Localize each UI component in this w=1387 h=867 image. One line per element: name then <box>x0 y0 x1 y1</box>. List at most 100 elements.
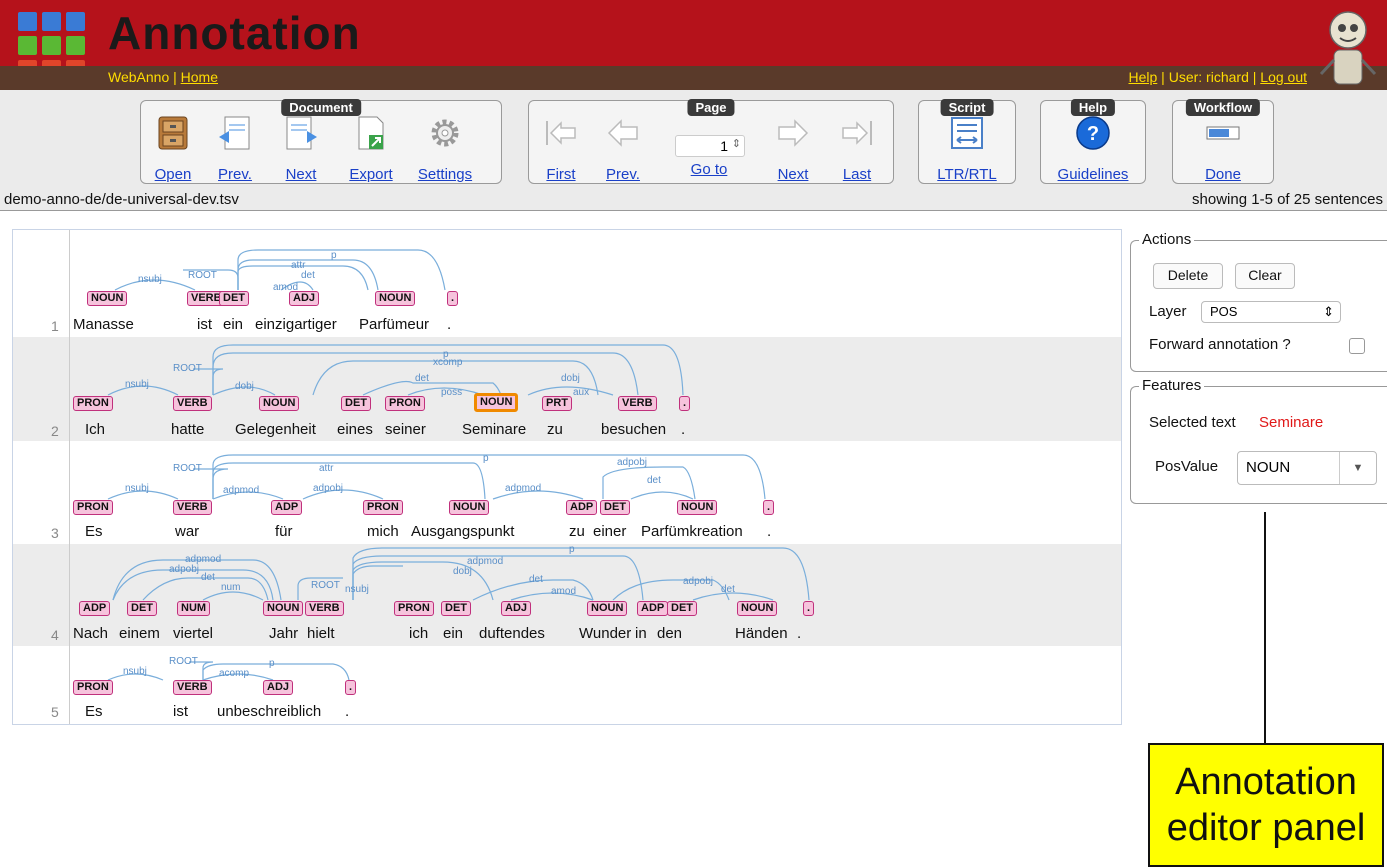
pos-tag[interactable]: NUM <box>177 601 211 616</box>
pos-tag[interactable]: DET <box>441 601 471 616</box>
token[interactable]: einer <box>593 523 626 540</box>
pos-tag[interactable]: ADP <box>637 601 669 616</box>
sentence-5[interactable]: 5 nsubj ROOT acomp p PRON VERB ADJ . Es … <box>13 646 1121 724</box>
prev-page-link[interactable]: Prev. <box>591 166 655 183</box>
token[interactable]: zu <box>547 421 563 438</box>
layer-select[interactable]: POS ⇕ <box>1201 301 1341 323</box>
pos-tag[interactable]: PRT <box>542 396 572 411</box>
export-link[interactable]: Export <box>339 166 403 183</box>
pos-tag[interactable]: PRON <box>73 680 113 695</box>
token[interactable]: seiner <box>385 421 426 438</box>
token[interactable]: Ich <box>85 421 105 438</box>
token[interactable]: Jahr <box>269 625 298 642</box>
token[interactable]: viertel <box>173 625 213 642</box>
sentence-3[interactable]: 3 nsubj ROOT adpmod adpobj attr adpmod a… <box>13 441 1121 544</box>
next-document-link[interactable]: Next <box>269 166 333 183</box>
token[interactable]: Gelegenheit <box>235 421 316 438</box>
pos-tag[interactable]: ADJ <box>501 601 532 616</box>
pos-tag[interactable]: NOUN <box>449 500 490 515</box>
token[interactable]: besuchen <box>601 421 666 438</box>
pos-tag[interactable]: ADP <box>271 500 303 515</box>
next-document-button[interactable]: Next <box>269 115 333 183</box>
home-link[interactable]: Home <box>181 69 218 85</box>
token[interactable]: Es <box>85 703 103 720</box>
first-page-button[interactable]: First <box>529 115 593 183</box>
help-link[interactable]: Help <box>1129 69 1158 85</box>
pos-tag[interactable]: DET <box>219 291 249 306</box>
token[interactable]: Wunder <box>579 625 631 642</box>
pos-tag[interactable]: VERB <box>173 680 212 695</box>
sentence-2[interactable]: 2 nsubj ROOT dobj det poss xcomp dobj au… <box>13 337 1121 441</box>
token[interactable]: unbeschreiblich <box>217 703 321 720</box>
pos-tag[interactable]: DET <box>667 601 697 616</box>
dropdown-arrow-icon[interactable]: ▼ <box>1339 452 1376 484</box>
pos-tag[interactable]: VERB <box>305 601 344 616</box>
last-page-link[interactable]: Last <box>825 166 889 183</box>
posvalue-select[interactable]: NOUN ▼ <box>1237 451 1377 485</box>
pos-tag[interactable]: NOUN <box>677 500 718 515</box>
pos-tag[interactable]: NOUN <box>263 601 304 616</box>
ltr-rtl-button[interactable]: LTR/RTL <box>923 115 1011 183</box>
pos-tag[interactable]: . <box>803 601 815 616</box>
pos-tag[interactable]: NOUN <box>737 601 778 616</box>
pos-tag[interactable]: PRON <box>385 396 425 411</box>
pos-tag[interactable]: . <box>345 680 357 695</box>
done-button[interactable]: Done <box>1191 115 1255 183</box>
spinner-icon[interactable]: ⇕ <box>732 137 741 150</box>
token[interactable]: hielt <box>307 625 335 642</box>
token[interactable]: Seminare <box>462 421 526 438</box>
pos-tag[interactable]: . <box>679 396 691 411</box>
token[interactable]: . <box>345 703 349 720</box>
goto-page-link[interactable]: Go to <box>677 161 741 178</box>
pos-tag[interactable]: PRON <box>363 500 403 515</box>
pos-tag[interactable]: NOUN <box>87 291 128 306</box>
token[interactable]: Parfümkreation <box>641 523 743 540</box>
token[interactable]: Parfümeur <box>359 316 429 333</box>
done-link[interactable]: Done <box>1191 166 1255 183</box>
pos-tag[interactable]: ADJ <box>289 291 320 306</box>
token[interactable]: mich <box>367 523 399 540</box>
prev-document-button[interactable]: Prev. <box>203 115 267 183</box>
annotation-area[interactable]: 1 nsubj ROOT attr det amod p NOUN VERB D… <box>12 229 1122 725</box>
export-button[interactable]: Export <box>339 115 403 183</box>
sentence-4[interactable]: 4 adpmod adpobj det num ROOT nsubj dobj … <box>13 544 1121 646</box>
open-button[interactable]: Open <box>141 115 205 183</box>
pos-tag[interactable]: VERB <box>173 500 212 515</box>
sentence-1[interactable]: 1 nsubj ROOT attr det amod p NOUN VERB D… <box>13 230 1121 337</box>
token[interactable]: Händen <box>735 625 788 642</box>
token[interactable]: Ausgangspunkt <box>411 523 514 540</box>
next-page-link[interactable]: Next <box>761 166 825 183</box>
token[interactable]: Nach <box>73 625 108 642</box>
token[interactable]: in <box>635 625 647 642</box>
pos-tag[interactable]: PRON <box>394 601 434 616</box>
last-page-button[interactable]: Last <box>825 115 889 183</box>
pos-tag[interactable]: NOUN <box>375 291 416 306</box>
token[interactable]: hatte <box>171 421 204 438</box>
settings-button[interactable]: Settings <box>413 115 477 183</box>
pos-tag[interactable]: . <box>447 291 459 306</box>
token[interactable]: . <box>681 421 685 438</box>
token[interactable]: ist <box>197 316 212 333</box>
token[interactable]: zu <box>569 523 585 540</box>
settings-link[interactable]: Settings <box>413 166 477 183</box>
prev-page-button[interactable]: Prev. <box>591 115 655 183</box>
webanno-link[interactable]: WebAnno <box>108 69 169 85</box>
guidelines-link[interactable]: Guidelines <box>1049 166 1137 183</box>
token[interactable]: duftendes <box>479 625 545 642</box>
next-page-button[interactable]: Next <box>761 115 825 183</box>
pos-tag[interactable]: ADP <box>566 500 598 515</box>
first-page-link[interactable]: First <box>529 166 593 183</box>
open-link[interactable]: Open <box>141 166 205 183</box>
pos-tag[interactable]: VERB <box>173 396 212 411</box>
ltr-rtl-link[interactable]: LTR/RTL <box>923 166 1011 183</box>
logout-link[interactable]: Log out <box>1260 69 1307 85</box>
delete-button[interactable]: Delete <box>1153 263 1223 289</box>
token[interactable]: einem <box>119 625 160 642</box>
token[interactable]: den <box>657 625 682 642</box>
token[interactable]: für <box>275 523 293 540</box>
token[interactable]: Es <box>85 523 103 540</box>
guidelines-button[interactable]: ? Guidelines <box>1049 115 1137 183</box>
pos-tag[interactable]: NOUN <box>587 601 628 616</box>
token[interactable]: ich <box>409 625 428 642</box>
pos-tag[interactable]: PRON <box>73 500 113 515</box>
